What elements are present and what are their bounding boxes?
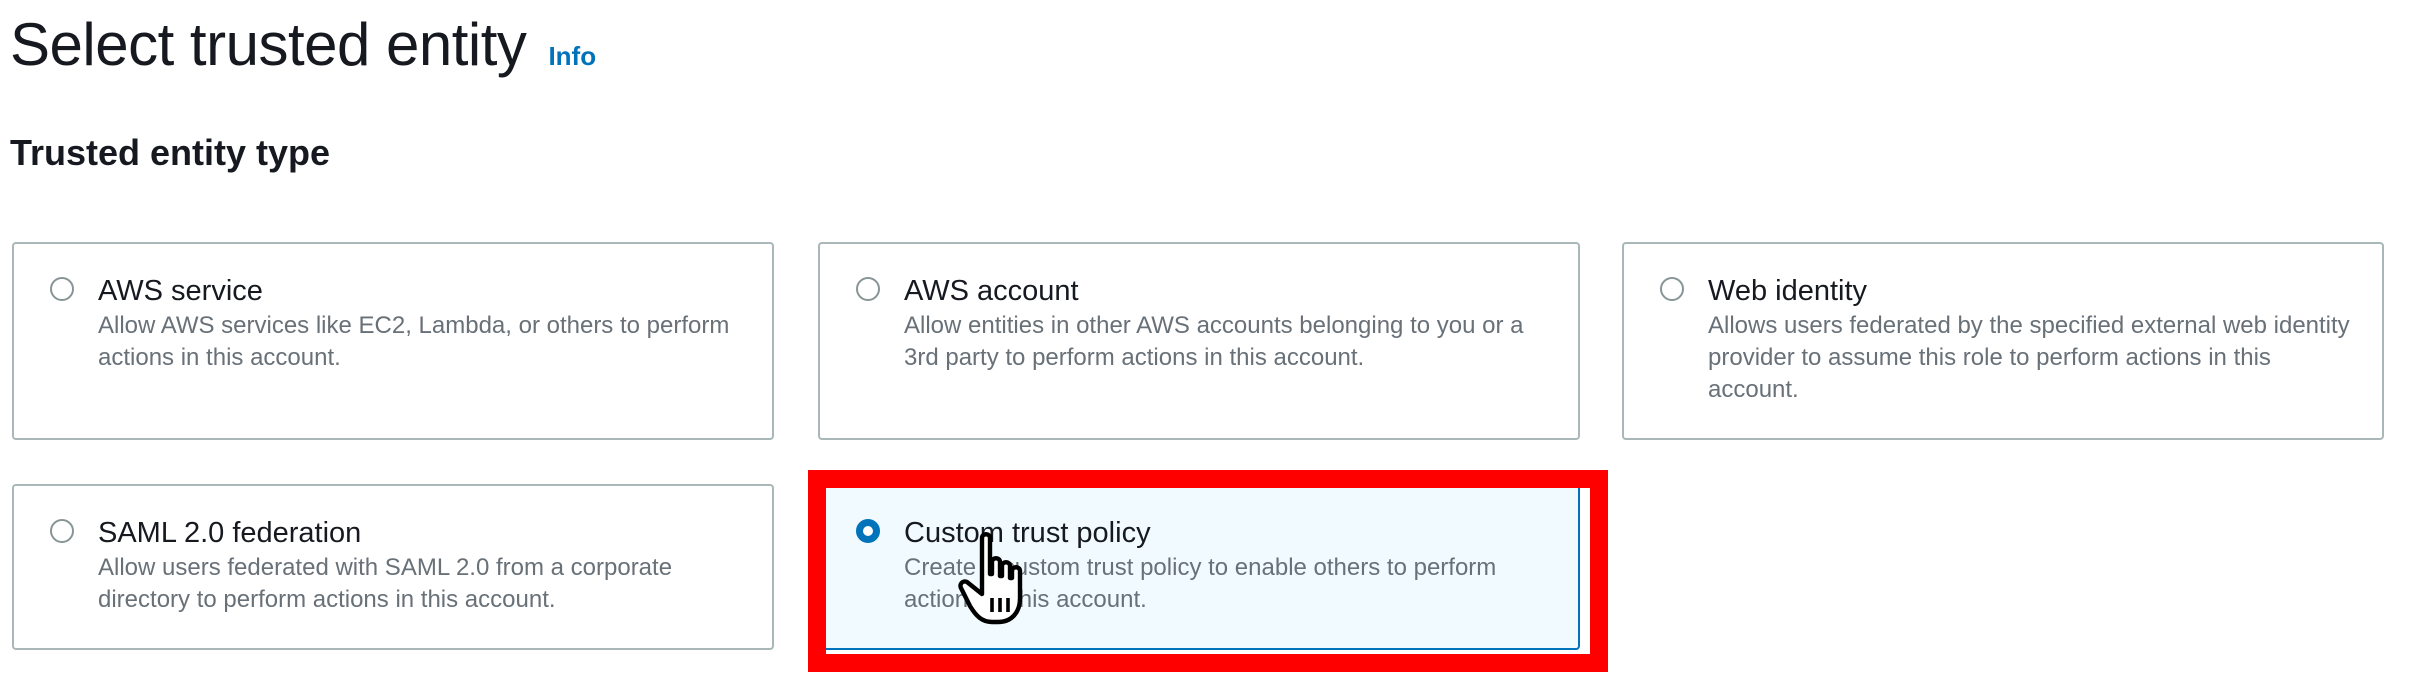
header: Select trusted entity Info — [10, 10, 596, 79]
radio-button-aws-account[interactable] — [856, 277, 880, 301]
option-title: Web identity — [1708, 275, 1868, 307]
info-link[interactable]: Info — [548, 41, 596, 72]
option-title: AWS service — [98, 275, 263, 307]
option-description: Allows users federated by the specified … — [1708, 312, 2350, 403]
radio-button-saml-federation[interactable] — [50, 519, 74, 543]
option-description: Allow users federated with SAML 2.0 from… — [98, 554, 673, 613]
radio-button-custom-trust-policy[interactable] — [856, 519, 880, 543]
option-card-aws-service[interactable]: AWS service Allow AWS services like EC2,… — [12, 242, 774, 440]
option-title: Custom trust policy — [904, 517, 1151, 549]
option-card-saml-federation[interactable]: SAML 2.0 federation Allow users federate… — [12, 484, 774, 650]
radio-button-web-identity[interactable] — [1660, 277, 1684, 301]
radio-button-aws-service[interactable] — [50, 277, 74, 301]
section-heading: Trusted entity type — [10, 132, 331, 173]
page-title: Select trusted entity — [10, 11, 527, 78]
option-title: AWS account — [904, 275, 1079, 307]
option-title: SAML 2.0 federation — [98, 517, 362, 549]
option-card-custom-trust-policy[interactable]: Custom trust policy Create a custom trus… — [818, 484, 1580, 650]
option-card-web-identity[interactable]: Web identity Allows users federated by t… — [1622, 242, 2384, 440]
option-card-aws-account[interactable]: AWS account Allow entities in other AWS … — [818, 242, 1580, 440]
option-description: Allow entities in other AWS accounts bel… — [904, 312, 1524, 371]
option-description: Create a custom trust policy to enable o… — [904, 554, 1497, 613]
option-description: Allow AWS services like EC2, Lambda, or … — [98, 312, 730, 371]
page: Select trusted entity Info Trusted entit… — [0, 0, 2434, 684]
